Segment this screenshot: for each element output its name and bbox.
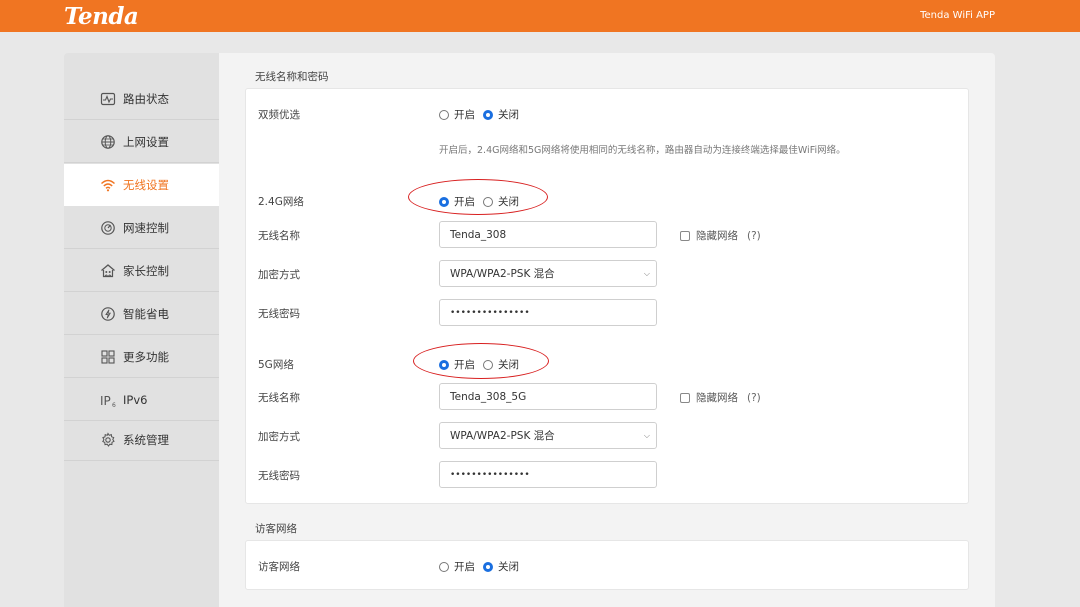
band-5g-radio-group: 开启 关闭 (439, 357, 527, 372)
sidebar-item-label: 家长控制 (123, 263, 169, 278)
help-5g-icon[interactable]: (?) (747, 392, 761, 404)
gear-icon (100, 431, 116, 448)
guest-network-on-radio[interactable]: 开启 (439, 559, 475, 574)
sidebar-item-parental-control[interactable]: 家长控制 (64, 250, 219, 292)
top-bar: Tenda Tenda WiFi APP (0, 0, 1080, 32)
hide-network-24g-checkbox[interactable] (680, 230, 690, 241)
svg-text:IP: IP (100, 394, 111, 408)
ipv6-icon: IP 6 (100, 392, 116, 408)
main-content: 无线名称和密码 双频优选 开启 关闭 开启后，2.4G网络和5G网络将使用相同的… (219, 53, 995, 607)
guest-network-radio-group: 开启 关闭 (439, 559, 527, 574)
band-24g-label: 2.4G网络 (258, 196, 304, 208)
password-5g-input[interactable]: ••••••••••••••• (439, 461, 657, 488)
svg-text:6: 6 (112, 402, 116, 408)
band-5g-label: 5G网络 (258, 359, 294, 371)
wireless-settings-card: 双频优选 开启 关闭 开启后，2.4G网络和5G网络将使用相同的无线名称，路由器… (245, 88, 969, 504)
encryption-24g-select[interactable]: WPA/WPA2-PSK 混合 ⌵ (439, 260, 657, 287)
encryption-24g-label: 加密方式 (258, 269, 300, 281)
sidebar-item-ipv6[interactable]: IP 6 IPv6 (64, 379, 219, 421)
sidebar-item-label: IPv6 (123, 392, 148, 407)
dual-band-off-radio[interactable]: 关闭 (483, 107, 519, 122)
band-5g-on-radio[interactable]: 开启 (439, 357, 475, 372)
grid-icon (100, 349, 116, 365)
sidebar-item-label: 更多功能 (123, 349, 169, 364)
sidebar-item-label: 系统管理 (123, 432, 169, 447)
password-24g-input[interactable]: ••••••••••••••• (439, 299, 657, 326)
guest-network-card: 访客网络 开启 关闭 (245, 540, 969, 590)
power-save-icon (100, 306, 116, 322)
sidebar-item-label: 智能省电 (123, 306, 169, 321)
hide-network-24g: 隐藏网络 (?) (680, 228, 761, 243)
sidebar-item-label: 上网设置 (123, 134, 169, 149)
sidebar-item-wireless-settings[interactable]: 无线设置 (64, 164, 219, 206)
encryption-5g-select[interactable]: WPA/WPA2-PSK 混合 ⌵ (439, 422, 657, 449)
sidebar-item-speed-control[interactable]: 网速控制 (64, 207, 219, 249)
chevron-down-icon: ⌵ (643, 268, 650, 278)
ssid-24g-label: 无线名称 (258, 230, 300, 242)
sidebar-item-internet-settings[interactable]: 上网设置 (64, 121, 219, 163)
status-monitor-icon (100, 91, 116, 107)
ssid-5g-input[interactable]: Tenda_308_5G (439, 383, 657, 410)
ssid-24g-input[interactable]: Tenda_308 (439, 221, 657, 248)
tenda-logo[interactable]: Tenda (64, 3, 139, 30)
wireless-section-title: 无线名称和密码 (255, 71, 329, 83)
speedometer-icon (100, 220, 116, 236)
hide-network-24g-label: 隐藏网络 (696, 230, 738, 242)
tenda-wifi-app-link[interactable]: Tenda WiFi APP (920, 10, 995, 21)
guest-network-label: 访客网络 (258, 561, 300, 573)
hide-network-5g-label: 隐藏网络 (696, 392, 738, 404)
band-24g-on-radio[interactable]: 开启 (439, 194, 475, 209)
globe-icon (100, 134, 116, 150)
wifi-icon (100, 177, 116, 193)
band-5g-off-radio[interactable]: 关闭 (483, 357, 519, 372)
dual-band-radio-group: 开启 关闭 (439, 107, 527, 122)
sidebar-item-smart-power-saving[interactable]: 智能省电 (64, 293, 219, 335)
hide-network-5g-checkbox[interactable] (680, 392, 690, 403)
guest-section-title: 访客网络 (255, 523, 297, 535)
ssid-5g-label: 无线名称 (258, 392, 300, 404)
hide-network-5g: 隐藏网络 (?) (680, 390, 761, 405)
help-24g-icon[interactable]: (?) (747, 230, 761, 242)
chevron-down-icon: ⌵ (643, 430, 650, 440)
dual-band-label: 双频优选 (258, 109, 300, 121)
password-5g-label: 无线密码 (258, 470, 300, 482)
sidebar-item-label: 无线设置 (123, 177, 169, 192)
band-24g-radio-group: 开启 关闭 (439, 194, 527, 209)
sidebar-nav: 路由状态 上网设置 无线设置 网速控制 家长控制 智能省电 更多功能 IP 6 … (64, 53, 219, 607)
sidebar-item-label: 路由状态 (123, 91, 169, 106)
sidebar-item-more-features[interactable]: 更多功能 (64, 336, 219, 378)
password-24g-label: 无线密码 (258, 308, 300, 320)
guest-network-off-radio[interactable]: 关闭 (483, 559, 519, 574)
parental-home-icon (100, 263, 116, 279)
sidebar-item-label: 网速控制 (123, 220, 169, 235)
encryption-5g-label: 加密方式 (258, 431, 300, 443)
sidebar-item-router-status[interactable]: 路由状态 (64, 78, 219, 120)
sidebar-item-system-management[interactable]: 系统管理 (64, 419, 219, 461)
dual-band-on-radio[interactable]: 开启 (439, 107, 475, 122)
band-24g-off-radio[interactable]: 关闭 (483, 194, 519, 209)
dual-band-hint: 开启后，2.4G网络和5G网络将使用相同的无线名称，路由器自动为连接终端选择最佳… (439, 145, 846, 156)
